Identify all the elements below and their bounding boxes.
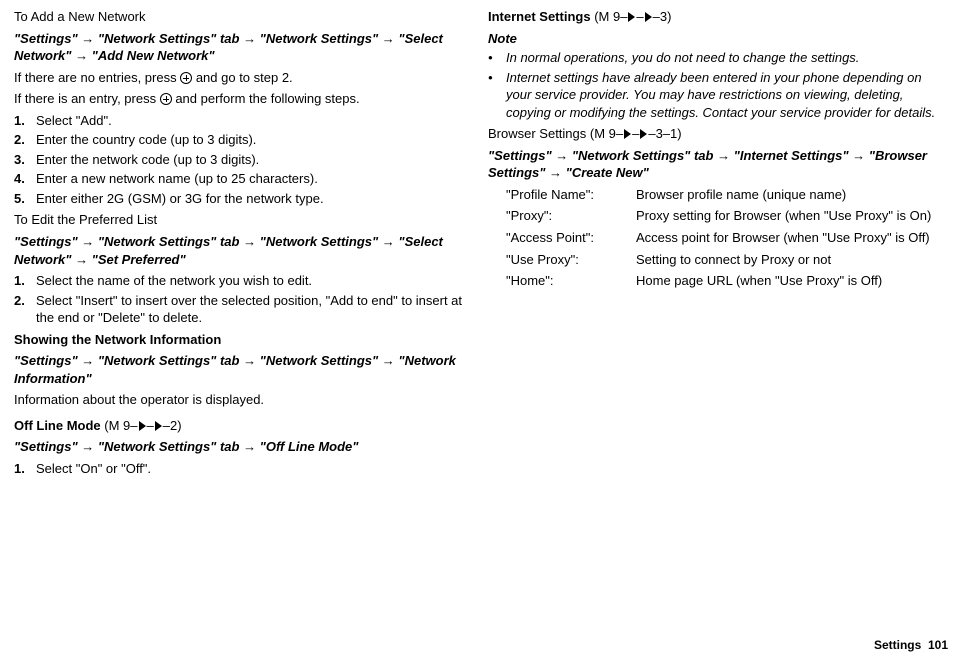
step-number: 1. — [14, 112, 36, 130]
text: (M 9– — [590, 126, 623, 141]
right-arrow-icon — [139, 421, 146, 431]
edit-preferred-steps: 1.Select the name of the network you wis… — [14, 272, 464, 327]
text: If there is an entry, press — [14, 91, 160, 106]
center-key-icon — [180, 72, 192, 84]
list-item: 1.Select the name of the network you wis… — [14, 272, 464, 290]
step-text: Enter a new network name (up to 25 chara… — [36, 170, 464, 188]
two-column-layout: To Add a New Network "Settings" → "Netwo… — [14, 8, 948, 482]
text: –3) — [653, 9, 672, 24]
note-label: Note — [488, 30, 938, 48]
right-arrow-icon — [628, 12, 635, 22]
menu-code: (M 9–––2) — [104, 418, 181, 433]
list-item: 1.Select "On" or "Off". — [14, 460, 464, 478]
step-text: Select "On" or "Off". — [36, 460, 464, 478]
text: If there are no entries, press — [14, 70, 180, 85]
text: (M 9– — [104, 418, 137, 433]
table-key: "Proxy": — [506, 207, 636, 225]
text: (M 9– — [594, 9, 627, 24]
table-value: Proxy setting for Browser (when "Use Pro… — [636, 207, 938, 225]
add-network-steps: 1.Select "Add". 2.Enter the country code… — [14, 112, 464, 208]
text: and perform the following steps. — [172, 91, 360, 106]
note-text: In normal operations, you do not need to… — [506, 49, 938, 67]
list-item: 4.Enter a new network name (up to 25 cha… — [14, 170, 464, 188]
list-item: •In normal operations, you do not need t… — [488, 49, 938, 67]
edit-preferred-heading: To Edit the Preferred List — [14, 211, 464, 229]
bullet-icon: • — [488, 69, 506, 122]
text: Browser Settings — [488, 126, 590, 141]
page-footer: Settings 101 — [874, 637, 948, 653]
text: and go to step 2. — [192, 70, 292, 85]
bullet-icon: • — [488, 49, 506, 67]
step-number: 2. — [14, 292, 36, 327]
text: –3–1) — [648, 126, 681, 141]
notes-list: •In normal operations, you do not need t… — [488, 49, 938, 121]
footer-section: Settings — [874, 638, 921, 652]
offline-mode-heading: Off Line Mode (M 9–––2) — [14, 417, 464, 435]
browser-settings-path: "Settings" → "Network Settings" tab → "I… — [488, 147, 938, 182]
table-key: "Home": — [506, 272, 636, 290]
offline-mode-steps: 1.Select "On" or "Off". — [14, 460, 464, 478]
step-number: 1. — [14, 460, 36, 478]
list-item: 2.Select "Insert" to insert over the sel… — [14, 292, 464, 327]
right-arrow-icon — [624, 129, 631, 139]
table-value: Browser profile name (unique name) — [636, 186, 938, 204]
browser-settings-table: "Profile Name":Browser profile name (uni… — [506, 186, 938, 290]
right-column: Internet Settings (M 9–––3) Note •In nor… — [488, 8, 938, 482]
center-key-icon — [160, 93, 172, 105]
right-arrow-icon — [155, 421, 162, 431]
offline-mode-path: "Settings" → "Network Settings" tab → "O… — [14, 438, 464, 456]
left-column: To Add a New Network "Settings" → "Netwo… — [14, 8, 464, 482]
list-item: •Internet settings have already been ent… — [488, 69, 938, 122]
add-network-path: "Settings" → "Network Settings" tab → "N… — [14, 30, 464, 65]
step-number: 2. — [14, 131, 36, 149]
step-number: 4. — [14, 170, 36, 188]
right-arrow-icon — [640, 129, 647, 139]
internet-settings-heading: Internet Settings (M 9–––3) — [488, 8, 938, 26]
table-key: "Use Proxy": — [506, 251, 636, 269]
step-text: Select "Add". — [36, 112, 464, 130]
step-text: Enter either 2G (GSM) or 3G for the netw… — [36, 190, 464, 208]
list-item: 1.Select "Add". — [14, 112, 464, 130]
note-text: Internet settings have already been ente… — [506, 69, 938, 122]
footer-page-number: 101 — [928, 638, 948, 652]
text: Internet Settings — [488, 9, 594, 24]
menu-code: (M 9–––3) — [594, 9, 671, 24]
browser-settings-heading: Browser Settings (M 9–––3–1) — [488, 125, 938, 143]
step-text: Enter the country code (up to 3 digits). — [36, 131, 464, 149]
show-network-info-path: "Settings" → "Network Settings" tab → "N… — [14, 352, 464, 387]
add-network-line1: If there are no entries, press and go to… — [14, 69, 464, 87]
step-text: Select "Insert" to insert over the selec… — [36, 292, 464, 327]
list-item: 5.Enter either 2G (GSM) or 3G for the ne… — [14, 190, 464, 208]
step-text: Select the name of the network you wish … — [36, 272, 464, 290]
right-arrow-icon — [645, 12, 652, 22]
step-text: Enter the network code (up to 3 digits). — [36, 151, 464, 169]
table-key: "Profile Name": — [506, 186, 636, 204]
table-value: Home page URL (when "Use Proxy" is Off) — [636, 272, 938, 290]
add-network-heading: To Add a New Network — [14, 8, 464, 26]
table-value: Setting to connect by Proxy or not — [636, 251, 938, 269]
step-number: 1. — [14, 272, 36, 290]
show-network-info-desc: Information about the operator is displa… — [14, 391, 464, 409]
list-item: 2.Enter the country code (up to 3 digits… — [14, 131, 464, 149]
menu-code: (M 9–––3–1) — [590, 126, 682, 141]
show-network-info-heading: Showing the Network Information — [14, 331, 464, 349]
edit-preferred-path: "Settings" → "Network Settings" tab → "N… — [14, 233, 464, 268]
table-key: "Access Point": — [506, 229, 636, 247]
text: Off Line Mode — [14, 418, 104, 433]
step-number: 5. — [14, 190, 36, 208]
list-item: 3.Enter the network code (up to 3 digits… — [14, 151, 464, 169]
step-number: 3. — [14, 151, 36, 169]
table-value: Access point for Browser (when "Use Prox… — [636, 229, 938, 247]
text: –2) — [163, 418, 182, 433]
add-network-line2: If there is an entry, press and perform … — [14, 90, 464, 108]
